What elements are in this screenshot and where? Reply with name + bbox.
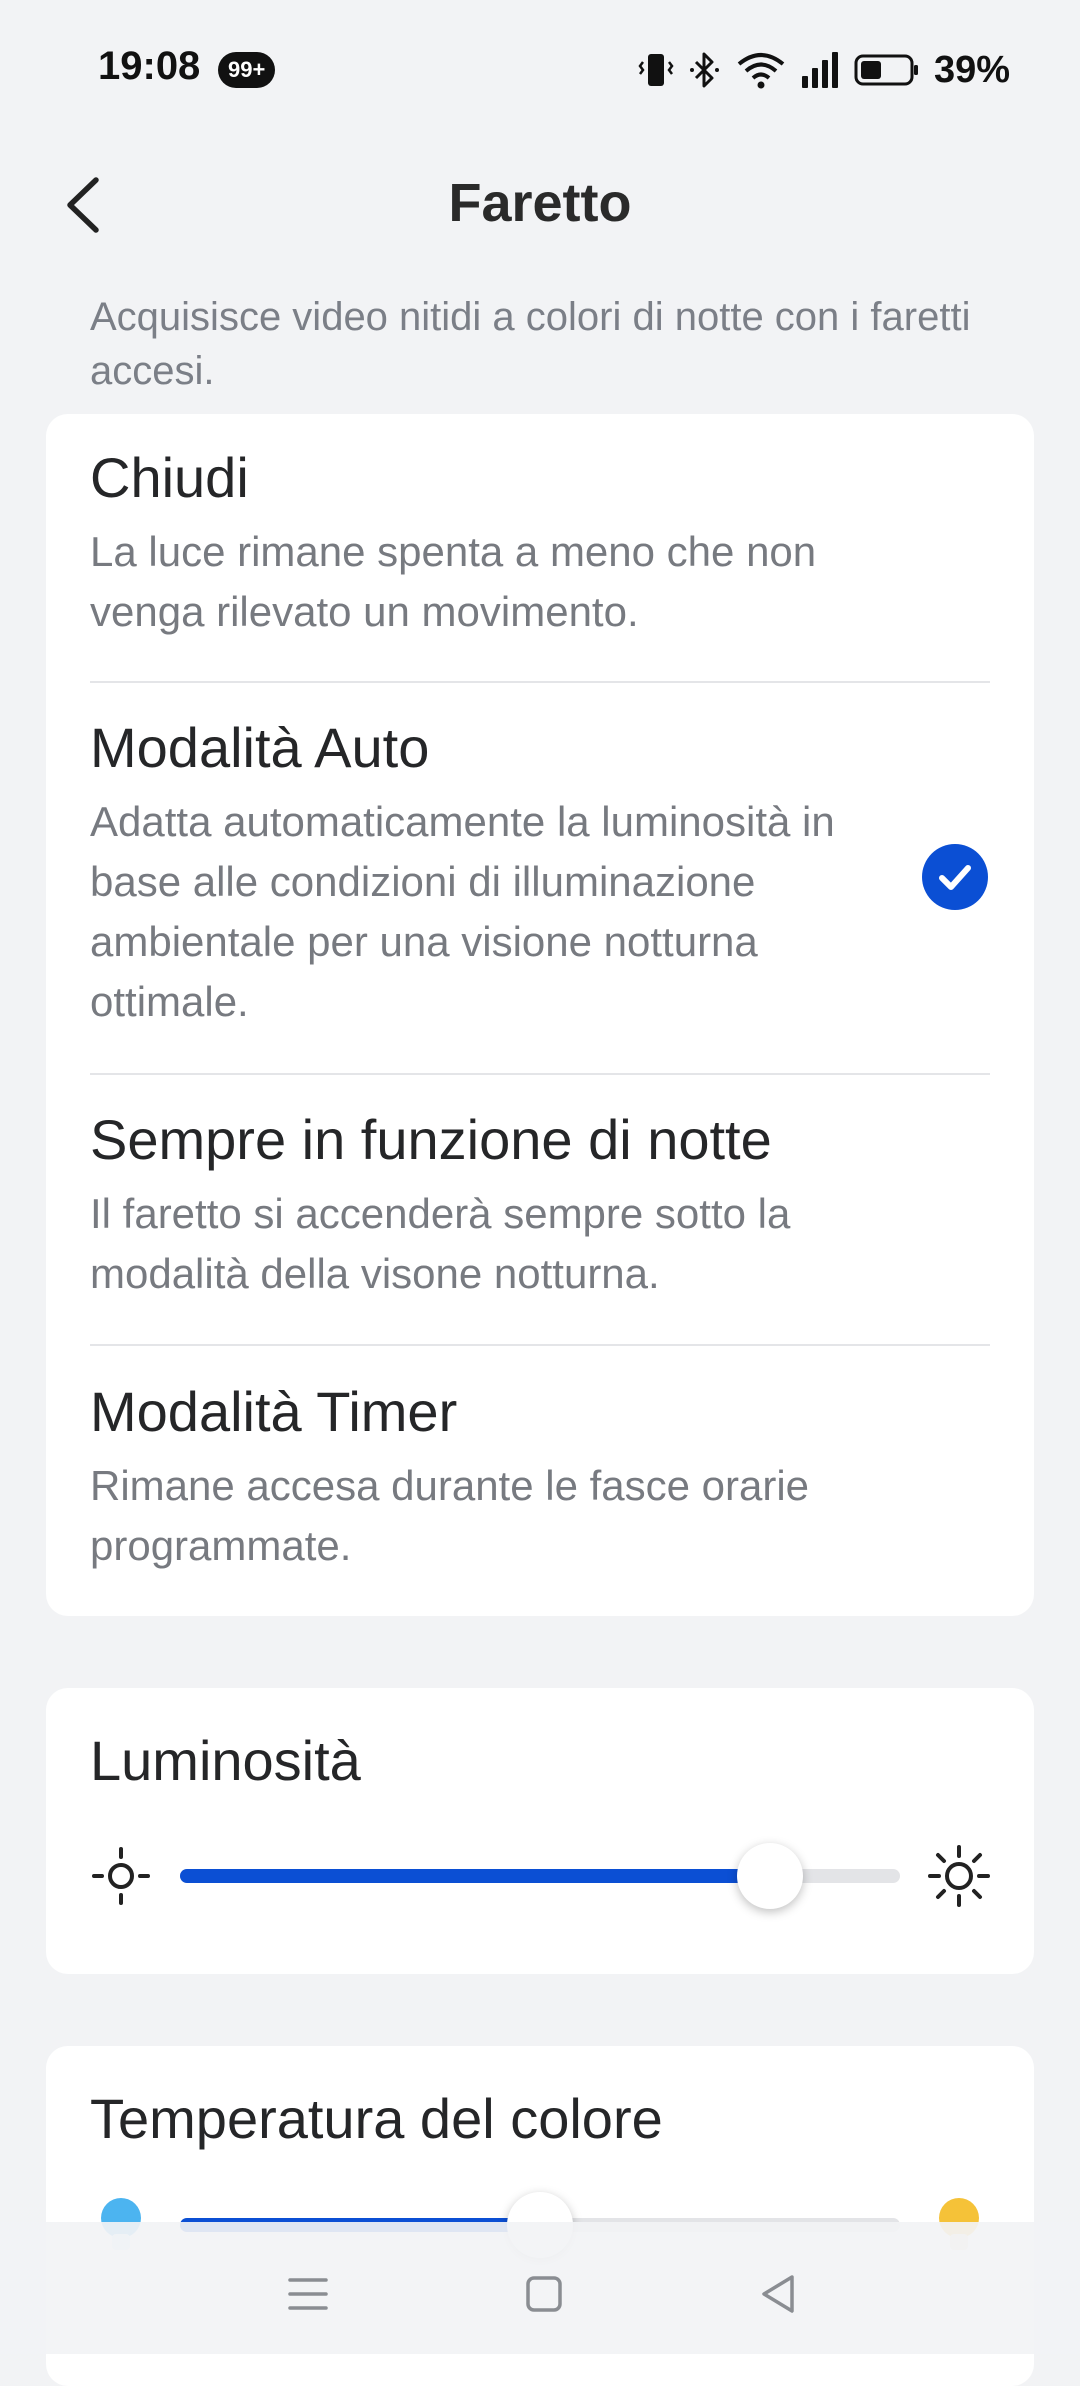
home-icon[interactable]: [514, 2264, 574, 2324]
header: Faretto: [0, 150, 1080, 260]
option-title: Chiudi: [90, 446, 249, 509]
color-temperature-title: Temperatura del colore: [90, 2087, 663, 2150]
status-time: 19:08: [98, 44, 201, 88]
option-title: Sempre in funzione di notte: [90, 1108, 772, 1171]
divider: [90, 681, 990, 683]
option-chiudi[interactable]: Chiudi La luce rimane spenta a meno che …: [90, 446, 990, 642]
brightness-card: Luminosità: [46, 1688, 1034, 1974]
brightness-slider-thumb[interactable]: [737, 1843, 803, 1909]
vibrate-icon: [638, 54, 674, 86]
mode-options-card: Chiudi La luce rimane spenta a meno che …: [46, 414, 1034, 1616]
brightness-slider[interactable]: [180, 1843, 900, 1909]
option-modalita-timer[interactable]: Modalità Timer Rimane accesa durante le …: [90, 1380, 990, 1576]
option-description: Adatta automaticamente la luminosità in …: [90, 798, 835, 1025]
brightness-slider-fill: [180, 1869, 770, 1883]
selected-check-icon: [922, 844, 988, 910]
sun-low-icon: [92, 1847, 150, 1905]
option-description: La luce rimane spenta a meno che non ven…: [90, 528, 817, 635]
battery-percent: 39%: [933, 48, 1010, 91]
intro-text: Acquisisce video nitidi a colori di nott…: [90, 295, 971, 393]
status-icons: 39%: [638, 48, 1010, 92]
page-title: Faretto: [448, 173, 632, 233]
option-description: Rimane accesa durante le fasce orarie pr…: [90, 1462, 810, 1569]
signal-icon: [801, 52, 838, 88]
sun-high-icon: [928, 1845, 990, 1907]
wifi-icon: [737, 53, 785, 89]
divider: [90, 1344, 990, 1346]
notification-badge: 99+: [218, 52, 276, 88]
menu-icon[interactable]: [278, 2264, 338, 2324]
battery-icon: [854, 54, 918, 86]
option-description: Il faretto si accenderà sempre sotto la …: [90, 1190, 791, 1297]
brightness-title: Luminosità: [90, 1729, 361, 1792]
bluetooth-icon: [689, 52, 719, 88]
divider: [90, 1073, 990, 1075]
system-nav-bar: [0, 2222, 1080, 2354]
option-sempre-notte[interactable]: Sempre in funzione di notte Il faretto s…: [90, 1108, 990, 1304]
option-title: Modalità Auto: [90, 716, 430, 779]
status-bar: 19:08 99+ 39%: [0, 0, 1080, 140]
option-title: Modalità Timer: [90, 1380, 458, 1443]
back-icon[interactable]: [748, 2264, 808, 2324]
option-modalita-auto[interactable]: Modalità Auto Adatta automaticamente la …: [90, 716, 990, 1032]
